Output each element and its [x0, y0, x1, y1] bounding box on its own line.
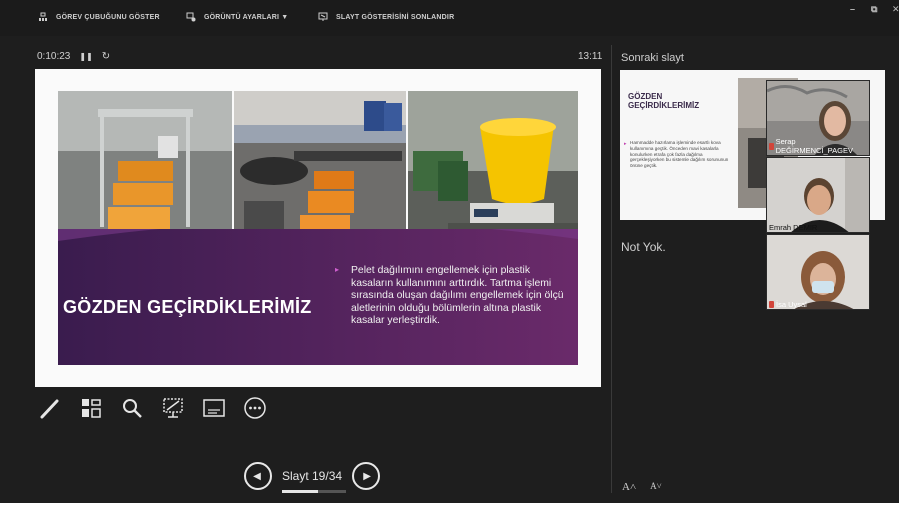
pause-button[interactable]: ❚❚ [79, 52, 92, 61]
next-slide-bullet-icon: ▸ [624, 141, 627, 147]
pointer-screen-button[interactable] [160, 395, 186, 421]
participant-1-name: Serap DEĞİRMENCİ_PAGEV [767, 137, 869, 155]
previous-slide-button[interactable]: ◀ [244, 462, 272, 490]
slide-progress-fill [282, 490, 318, 493]
previous-arrow-icon: ◀ [253, 470, 261, 482]
taskbar-icon [39, 12, 47, 21]
presenter-view: GÖREV ÇUBUĞUNU GÖSTER GÖRÜNTÜ AYARLARI ▼… [0, 0, 902, 508]
current-slide[interactable]: GÖZDEN GEÇİRDİKLERİMİZ ▸ Pelet dağılımın… [35, 69, 601, 387]
participant-2-name: Emrah DEMİR [769, 223, 818, 232]
participant-video-3[interactable]: İsa Uysal [766, 234, 870, 310]
participant-video-1[interactable]: Serap DEĞİRMENCİ_PAGEV [766, 80, 870, 156]
increase-font-button[interactable]: A˄ [622, 481, 636, 493]
end-slideshow-icon [318, 12, 328, 21]
display-settings-button[interactable]: GÖRÜNTÜ AYARLARI ▼ [186, 12, 288, 22]
end-slideshow-button[interactable]: SLAYT GÖSTERİSİNİ SONLANDIR [318, 12, 454, 22]
slides-grid-icon [82, 399, 101, 418]
elapsed-time: 0:10:23 [37, 51, 71, 62]
minimize-button[interactable]: – [850, 4, 855, 14]
top-toolbar: GÖREV ÇUBUĞUNU GÖSTER GÖRÜNTÜ AYARLARI ▼… [0, 0, 902, 36]
next-slide-label: Sonraki slayt [621, 52, 684, 64]
font-size-controls: A˄ A˅ [622, 481, 662, 493]
subtitles-button[interactable] [201, 395, 227, 421]
notes-text: Not Yok. [621, 240, 666, 254]
restore-button[interactable]: ⧉ [871, 4, 878, 15]
see-all-slides-button[interactable] [78, 395, 104, 421]
slide-navigation: ◀ Slayt 19/34 ▶ [244, 462, 381, 493]
end-slideshow-label: SLAYT GÖSTERİSİNİ SONLANDIR [336, 13, 455, 21]
slide-body: Pelet dağılımını engellemek için plastik… [351, 265, 564, 327]
show-taskbar-button[interactable]: GÖREV ÇUBUĞUNU GÖSTER [38, 12, 160, 22]
photo-workbench [234, 91, 406, 251]
pen-icon [40, 399, 59, 419]
slide-title: GÖZDEN GEÇİRDİKLERİMİZ [63, 297, 312, 317]
next-slide-title: GÖZDEN GEÇİRDİKLERİMİZ [628, 92, 700, 110]
pen-tool-button[interactable] [37, 395, 63, 421]
slide-photos [58, 91, 578, 251]
zoom-button[interactable] [119, 395, 145, 421]
participant-2-video-frame [767, 158, 869, 232]
photo-yellow-bucket [408, 91, 578, 251]
decrease-font-button[interactable]: A˅ [650, 481, 662, 493]
zoom-icon [123, 399, 142, 418]
bottom-edge [0, 503, 902, 508]
slide-bullet-icon: ▸ [335, 265, 340, 274]
participant-3-name: İsa Uysal [767, 300, 809, 309]
participant-3-video-frame [767, 235, 869, 309]
next-slide-body: Hammadde hazırlama işleminde esartlı kov… [630, 140, 729, 169]
clock: 13:11 [578, 51, 603, 62]
more-options-button[interactable] [242, 395, 268, 421]
muted-mic-icon [769, 301, 774, 308]
display-settings-label: GÖRÜNTÜ AYARLARI ▼ [204, 13, 289, 21]
reset-timer-button[interactable]: ↻ [102, 51, 110, 62]
slide-counter-label: Slayt 19/34 [282, 469, 343, 483]
participant-video-2[interactable]: Emrah DEMİR [766, 157, 870, 233]
next-arrow-icon: ▶ [363, 470, 371, 482]
more-icon [244, 397, 266, 419]
muted-mic-icon [769, 142, 774, 150]
photo-orange-crates [58, 91, 232, 251]
show-taskbar-label: GÖREV ÇUBUĞUNU GÖSTER [56, 13, 160, 21]
subtitles-icon [203, 399, 225, 417]
display-settings-icon [186, 12, 196, 22]
next-slide-button[interactable]: ▶ [352, 462, 381, 490]
timer: 0:10:23 ❚❚ ↻ [37, 51, 110, 62]
slide-counter[interactable]: Slayt 19/34 [282, 469, 346, 493]
pointer-screen-icon [163, 398, 183, 418]
presenter-tools [37, 395, 268, 421]
